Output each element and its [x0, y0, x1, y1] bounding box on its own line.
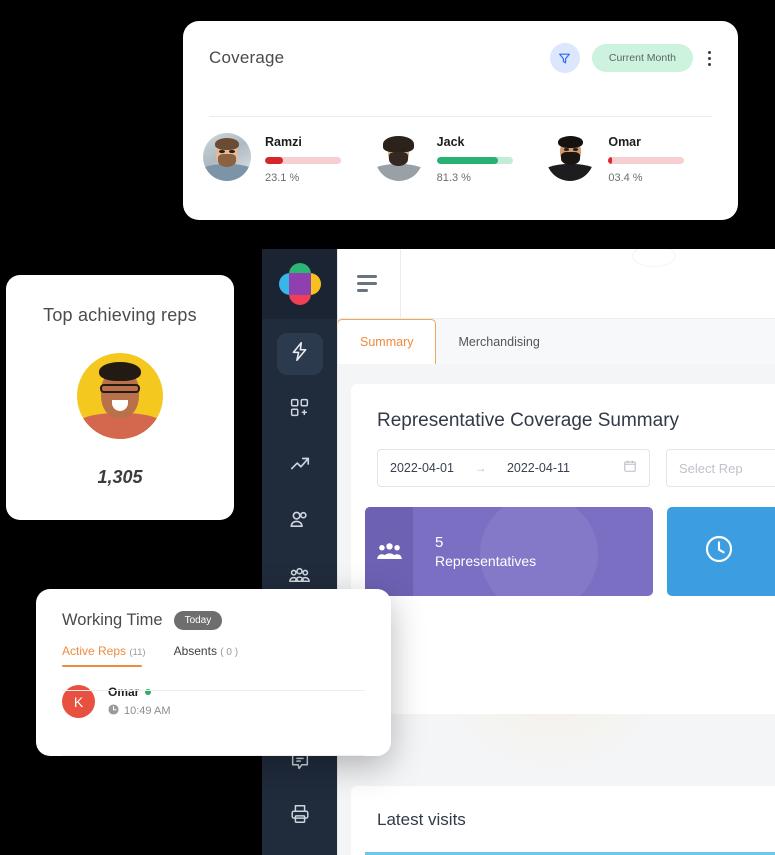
top-achieving-reps-card: Top achieving reps 1,305 [6, 275, 234, 520]
rep-name: Omar [108, 685, 140, 699]
users-group-icon [365, 507, 413, 596]
stat-label: Representatives [435, 552, 537, 569]
date-arrow-icon: → [474, 461, 487, 475]
select-rep-placeholder: Select Rep [678, 460, 743, 476]
stat-card-time[interactable] [666, 507, 775, 596]
group-icon [288, 564, 311, 592]
content-area: Representative Coverage Summary 2022-04-… [337, 364, 775, 855]
hamburger-icon[interactable] [357, 275, 377, 292]
app-logo[interactable] [262, 249, 337, 319]
stat-card-representatives[interactable]: 5 Representatives [365, 507, 653, 596]
divider [62, 690, 365, 691]
select-rep-input[interactable]: Select Rep [665, 449, 775, 487]
list-item[interactable]: K Omar 10:49 AM [36, 667, 391, 756]
divider [209, 116, 712, 117]
coverage-card: Coverage Current Month Ramzi 23.1 % Jack… [183, 21, 738, 220]
avatar [374, 133, 423, 181]
tab-label: Active Reps [62, 644, 127, 658]
coverage-progress-bar [265, 157, 341, 164]
rep-percent: 81.3 % [436, 172, 471, 184]
coverage-actions: Current Month [549, 43, 714, 73]
date-range-picker[interactable]: 2022-04-01 → 2022-04-11 [377, 449, 650, 487]
active-tab-indicator [62, 664, 142, 667]
sidebar-item-dashboard[interactable] [276, 333, 323, 375]
today-badge: Today [173, 611, 223, 630]
coverage-rep-item[interactable]: Ramzi 23.1 % [203, 133, 375, 184]
avatar [77, 353, 163, 439]
tab-bar: Summary Merchandising [337, 319, 775, 364]
tab-count: (11) [129, 647, 146, 658]
stat-value: 5 [435, 534, 444, 552]
page-title: Representative Coverage Summary [377, 410, 680, 431]
users-icon [288, 508, 311, 536]
sidebar-item-print[interactable] [277, 795, 323, 837]
card-title: Top achieving reps [43, 305, 197, 325]
sidebar-item-analytics[interactable] [277, 445, 323, 487]
funnel-icon[interactable] [549, 43, 580, 73]
calendar-icon[interactable] [623, 459, 637, 478]
tab-label: Absents [173, 644, 217, 658]
rep-percent: 03.4 % [608, 172, 643, 184]
printer-icon [289, 803, 311, 830]
latest-visits-section: Latest visits [351, 786, 775, 855]
tab-count: ( 0 ) [220, 647, 239, 658]
coverage-progress-bar [436, 157, 513, 164]
grid-plus-icon [289, 397, 310, 423]
filter-row: 2022-04-01 → 2022-04-11 Select Rep [351, 432, 775, 487]
tab-absents[interactable]: Absents ( 0 ) [174, 644, 238, 667]
dashboard-window: Summary Merchandising Representative Cov… [262, 249, 775, 855]
avatar [546, 133, 595, 181]
coverage-rep-item[interactable]: Jack 81.3 % [374, 133, 547, 184]
check-in-time: 10:49 AM [124, 705, 171, 717]
screenshot-root: Coverage Current Month Ramzi 23.1 % Jack… [0, 0, 775, 855]
coverage-title: Coverage [209, 48, 285, 67]
lightning-bolt-icon [289, 341, 310, 367]
tab-summary[interactable]: Summary [337, 319, 437, 364]
rep-name: Jack [436, 135, 465, 149]
card-title: Working Time [62, 611, 163, 629]
working-time-tabs: Active Reps (11) Absents ( 0 ) [36, 630, 391, 667]
working-time-card: Working Time Today Active Reps (11) Abse… [36, 589, 391, 756]
section-title: Latest visits [377, 810, 466, 829]
stat-card-row: 5 Representatives [351, 487, 775, 596]
top-bar [337, 249, 775, 319]
divider [400, 249, 401, 319]
tab-merchandising[interactable]: Merchandising [436, 319, 561, 364]
date-to[interactable]: 2022-04-11 [507, 461, 570, 475]
coverage-summary-panel: Representative Coverage Summary 2022-04-… [351, 384, 775, 714]
rep-percent: 23.1 % [265, 172, 300, 184]
dashboard-main: Summary Merchandising Representative Cov… [337, 249, 775, 855]
coverage-rep-item[interactable]: Omar 03.4 % [546, 133, 718, 184]
check-in-time-row: 10:49 AM [108, 704, 170, 718]
divider [337, 249, 338, 855]
period-badge[interactable]: Current Month [591, 44, 693, 72]
rep-name: Omar [608, 135, 641, 149]
kebab-menu-icon[interactable] [705, 47, 714, 70]
rep-name-row: Omar [108, 685, 170, 699]
coverage-header: Coverage Current Month [183, 21, 738, 73]
sidebar [262, 249, 337, 855]
sidebar-item-apps[interactable] [277, 389, 323, 431]
tab-active-reps[interactable]: Active Reps (11) [62, 644, 146, 667]
date-from[interactable]: 2022-04-01 [390, 461, 454, 475]
working-time-header: Working Time Today [36, 589, 391, 630]
clock-icon [667, 533, 735, 570]
clock-icon [108, 704, 119, 718]
coverage-progress-bar [608, 157, 685, 164]
decorative-shape [632, 249, 676, 267]
rep-name: Ramzi [265, 135, 302, 149]
avatar [203, 133, 251, 181]
coverage-rep-list: Ramzi 23.1 % Jack 81.3 % Omar 03.4 % [183, 133, 738, 184]
trending-up-icon [289, 453, 311, 480]
divider [62, 755, 365, 756]
sidebar-item-users[interactable] [277, 501, 323, 543]
score-value: 1,305 [97, 467, 143, 487]
